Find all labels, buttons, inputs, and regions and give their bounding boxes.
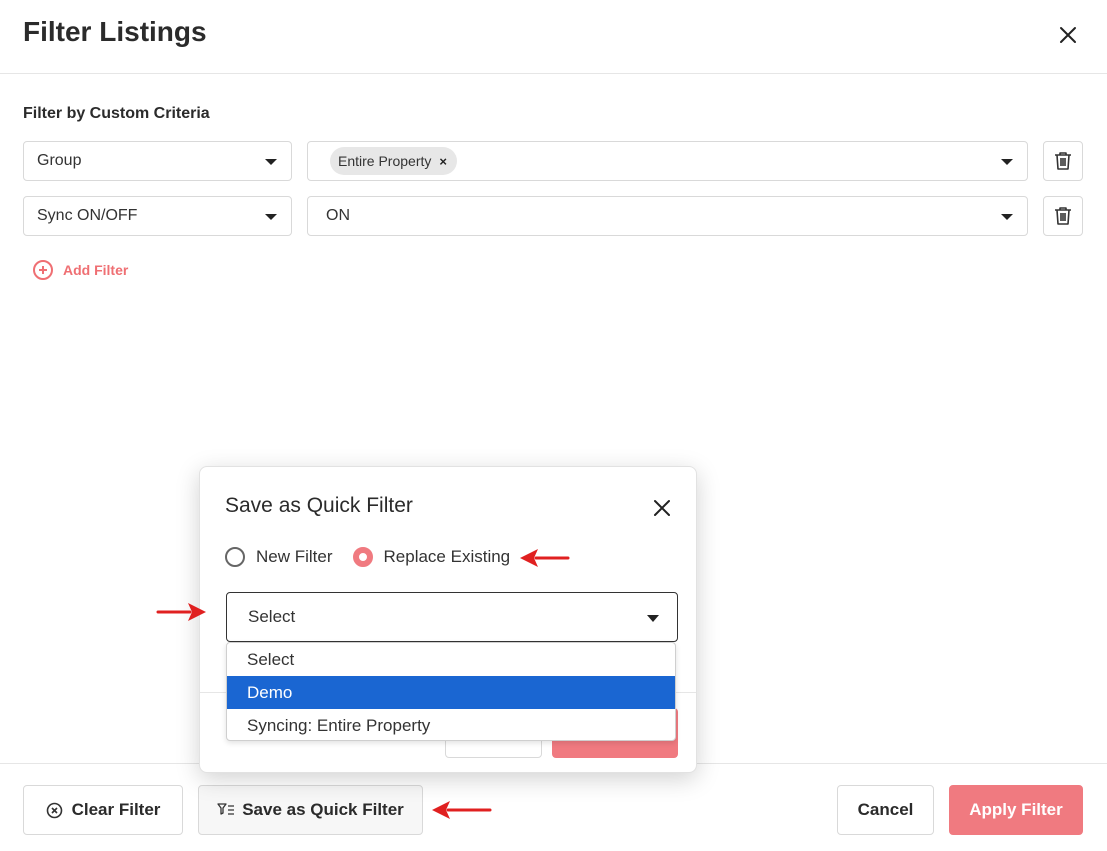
save-quick-filter-button[interactable]: Save as Quick Filter xyxy=(198,785,423,835)
dialog-header: Filter Listings xyxy=(0,0,1107,74)
caret-down-icon xyxy=(265,214,277,220)
section-label: Filter by Custom Criteria xyxy=(23,105,210,122)
cancel-button[interactable]: Cancel xyxy=(837,785,934,835)
caret-down-icon xyxy=(1001,214,1013,220)
caret-down-icon xyxy=(265,159,277,165)
plus-circle-icon xyxy=(33,260,53,280)
dropdown-option-highlighted[interactable]: Demo xyxy=(227,676,675,709)
delete-filter-button[interactable] xyxy=(1043,196,1083,236)
radio-replace-existing[interactable] xyxy=(352,547,373,567)
filter-list-icon xyxy=(217,803,235,815)
add-filter-link[interactable]: Add Filter xyxy=(33,260,128,280)
apply-filter-label: Apply Filter xyxy=(969,800,1063,819)
clear-circle-icon xyxy=(46,802,62,818)
annotation-arrow-icon xyxy=(156,603,206,621)
field-select-sync[interactable]: Sync ON/OFF xyxy=(23,196,292,236)
dialog-footer: Clear Filter Save as Quick Filter Cancel… xyxy=(0,763,1107,851)
page-title: Filter Listings xyxy=(23,16,207,47)
value-select-sync[interactable]: ON xyxy=(307,196,1028,236)
field-select-group[interactable]: Group xyxy=(23,141,292,181)
existing-filter-dropdown: Select Demo Syncing: Entire Property xyxy=(226,642,676,741)
field-select-value: Group xyxy=(37,152,82,169)
annotation-arrow-icon xyxy=(520,549,570,567)
annotation-arrow-icon xyxy=(432,801,492,819)
apply-filter-button[interactable]: Apply Filter xyxy=(949,785,1083,835)
caret-down-icon xyxy=(647,615,659,622)
close-icon[interactable] xyxy=(652,498,672,518)
radio-replace-label[interactable]: Replace Existing xyxy=(384,547,511,567)
trash-icon xyxy=(1055,152,1071,170)
filter-listings-page: Filter Listings Filter by Custom Criteri… xyxy=(0,0,1107,851)
modal-title: Save as Quick Filter xyxy=(225,494,413,517)
existing-filter-select[interactable]: Select xyxy=(226,592,678,642)
save-quick-filter-label: Save as Quick Filter xyxy=(242,800,404,819)
add-filter-label: Add Filter xyxy=(63,262,129,278)
value-select-text: ON xyxy=(326,207,350,224)
dropdown-option[interactable]: Syncing: Entire Property xyxy=(227,709,675,740)
caret-down-icon xyxy=(1001,159,1013,165)
dropdown-option[interactable]: Select xyxy=(227,643,675,676)
field-select-value: Sync ON/OFF xyxy=(37,207,138,224)
trash-icon xyxy=(1055,207,1071,225)
radio-new-label[interactable]: New Filter xyxy=(256,547,333,567)
radio-group: New Filter Replace Existing xyxy=(225,547,510,567)
clear-filter-label: Clear Filter xyxy=(71,800,161,819)
existing-filter-value: Select xyxy=(248,607,296,626)
chip-remove-icon[interactable]: × xyxy=(439,154,447,169)
radio-new-filter[interactable] xyxy=(225,547,245,567)
close-icon[interactable] xyxy=(1055,22,1081,48)
cancel-label: Cancel xyxy=(857,800,914,819)
delete-filter-button[interactable] xyxy=(1043,141,1083,181)
value-chip: Entire Property × xyxy=(330,147,457,175)
value-multiselect-group[interactable]: Entire Property × xyxy=(307,141,1028,181)
chip-label: Entire Property xyxy=(338,153,432,169)
clear-filter-button[interactable]: Clear Filter xyxy=(23,785,183,835)
